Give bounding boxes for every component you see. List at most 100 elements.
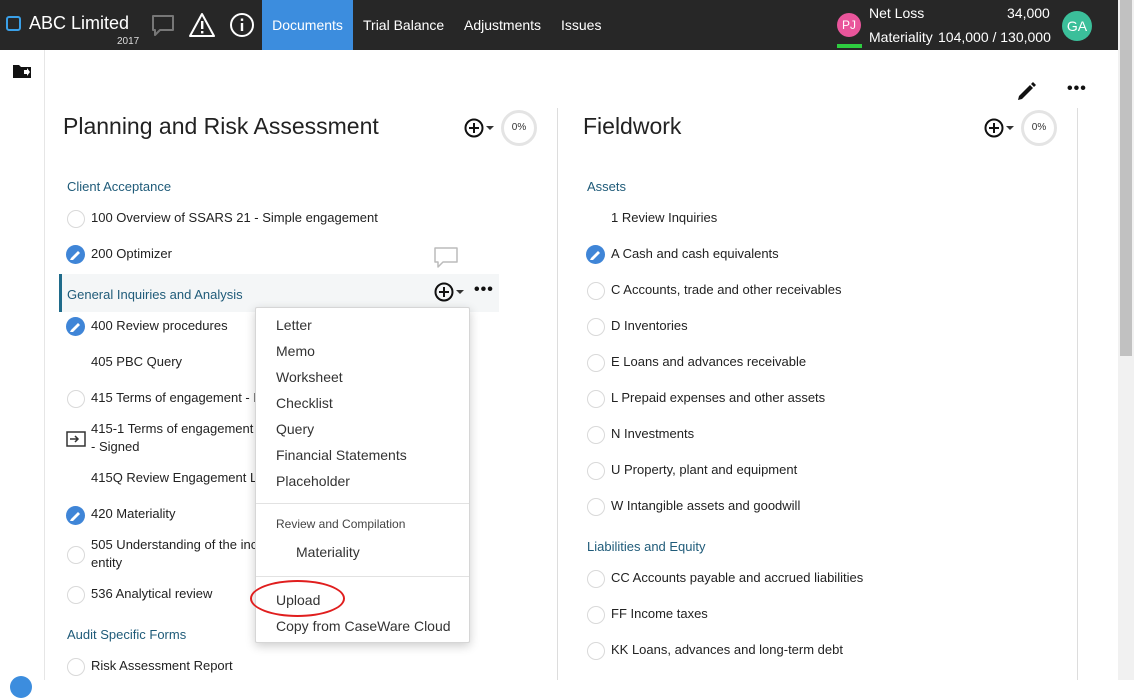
- document-item[interactable]: 505 Understanding of the inc: [91, 536, 257, 554]
- check-pencil-icon[interactable]: [66, 317, 85, 336]
- add-document-button[interactable]: [984, 118, 1014, 138]
- menu-item-materiality[interactable]: Materiality: [296, 544, 360, 560]
- menu-item-checklist[interactable]: Checklist: [276, 395, 333, 411]
- document-item[interactable]: 200 Optimizer: [91, 245, 172, 263]
- section-title-planning: Planning and Risk Assessment: [63, 113, 379, 139]
- materiality-value: 104,000 / 130,000: [938, 29, 1051, 45]
- status-empty-icon[interactable]: [587, 354, 605, 372]
- status-empty-icon[interactable]: [587, 318, 605, 336]
- status-empty-icon[interactable]: [587, 498, 605, 516]
- menu-section-header: Review and Compilation: [276, 517, 406, 531]
- tab-issues[interactable]: Issues: [551, 0, 611, 50]
- document-item[interactable]: A Cash and cash equivalents: [611, 245, 779, 263]
- left-rail: [0, 50, 45, 680]
- status-empty-icon[interactable]: [67, 210, 85, 228]
- document-item[interactable]: 536 Analytical review: [91, 585, 212, 603]
- menu-item-query[interactable]: Query: [276, 421, 314, 437]
- chevron-down-icon: [1006, 126, 1014, 130]
- menu-item-memo[interactable]: Memo: [276, 343, 315, 359]
- progress-indicator: 0%: [501, 110, 537, 146]
- net-loss-label: Net Loss: [869, 5, 925, 21]
- document-item[interactable]: 415Q Review Engagement Le: [91, 469, 264, 487]
- comment-icon[interactable]: [150, 12, 176, 38]
- comment-icon[interactable]: [433, 246, 459, 270]
- menu-divider: [256, 576, 469, 577]
- signed-icon: [66, 431, 86, 447]
- status-empty-icon[interactable]: [67, 546, 85, 564]
- add-icon: [984, 118, 1004, 138]
- group-add-button[interactable]: [434, 282, 464, 302]
- more-icon[interactable]: •••: [1067, 80, 1087, 98]
- document-item[interactable]: 420 Materiality: [91, 505, 176, 523]
- document-item[interactable]: 415-1 Terms of engagement: [91, 420, 253, 438]
- document-item[interactable]: 405 PBC Query: [91, 353, 182, 371]
- top-bar: ABC Limited 2017 Documents Trial Balance…: [0, 0, 1118, 50]
- document-item[interactable]: 415 Terms of engagement - E: [91, 389, 262, 407]
- document-item-continued[interactable]: entity: [91, 554, 122, 572]
- warning-icon[interactable]: [189, 12, 215, 38]
- column-divider: [1077, 108, 1078, 680]
- document-item[interactable]: D Inventories: [611, 317, 688, 335]
- collaborator-avatar[interactable]: GA: [1062, 11, 1092, 41]
- group-assets[interactable]: Assets: [587, 179, 626, 194]
- document-item[interactable]: E Loans and advances receivable: [611, 353, 806, 371]
- check-pencil-icon[interactable]: [66, 245, 85, 264]
- add-document-button[interactable]: [464, 118, 494, 138]
- status-empty-icon[interactable]: [587, 570, 605, 588]
- status-empty-icon[interactable]: [587, 462, 605, 480]
- document-item-continued[interactable]: - Signed: [91, 438, 139, 456]
- group-liabilities-equity[interactable]: Liabilities and Equity: [587, 539, 706, 554]
- document-item[interactable]: C Accounts, trade and other receivables: [611, 281, 842, 299]
- brand[interactable]: ABC Limited: [6, 13, 129, 34]
- document-item[interactable]: CC Accounts payable and accrued liabilit…: [611, 569, 863, 587]
- net-loss-value: 34,000: [1007, 5, 1050, 21]
- menu-item-letter[interactable]: Letter: [276, 317, 312, 333]
- edit-icon[interactable]: [1016, 80, 1038, 102]
- group-audit-specific-forms[interactable]: Audit Specific Forms: [67, 627, 186, 642]
- materiality-label: Materiality: [869, 29, 933, 45]
- menu-item-copy-from-cloud[interactable]: Copy from CaseWare Cloud: [276, 618, 451, 634]
- status-empty-icon[interactable]: [587, 282, 605, 300]
- group-general-inquiries[interactable]: General Inquiries and Analysis: [67, 287, 243, 302]
- document-item[interactable]: 400 Review procedures: [91, 317, 228, 335]
- check-pencil-icon[interactable]: [586, 245, 605, 264]
- folder-icon[interactable]: [12, 62, 32, 80]
- status-empty-icon[interactable]: [587, 426, 605, 444]
- menu-item-worksheet[interactable]: Worksheet: [276, 369, 343, 385]
- menu-item-financial-statements[interactable]: Financial Statements: [276, 447, 407, 463]
- document-item[interactable]: KK Loans, advances and long-term debt: [611, 641, 843, 659]
- scrollbar-thumb[interactable]: [1120, 0, 1132, 356]
- document-item[interactable]: L Prepaid expenses and other assets: [611, 389, 825, 407]
- status-empty-icon[interactable]: [587, 390, 605, 408]
- status-empty-icon[interactable]: [67, 586, 85, 604]
- document-item[interactable]: Risk Assessment Report: [91, 657, 233, 675]
- help-button[interactable]: [10, 676, 32, 698]
- tab-documents[interactable]: Documents: [262, 0, 353, 50]
- add-icon: [464, 118, 484, 138]
- status-empty-icon[interactable]: [67, 658, 85, 676]
- status-empty-icon[interactable]: [587, 606, 605, 624]
- chevron-down-icon: [456, 290, 464, 294]
- tab-adjustments[interactable]: Adjustments: [454, 0, 551, 50]
- document-item[interactable]: FF Income taxes: [611, 605, 708, 623]
- status-empty-icon[interactable]: [67, 390, 85, 408]
- tab-trial-balance[interactable]: Trial Balance: [353, 0, 454, 50]
- group-client-acceptance[interactable]: Client Acceptance: [67, 179, 171, 194]
- engagement-year: 2017: [117, 36, 140, 47]
- document-item[interactable]: 100 Overview of SSARS 21 - Simple engage…: [91, 209, 378, 227]
- document-item[interactable]: U Property, plant and equipment: [611, 461, 797, 479]
- menu-item-placeholder[interactable]: Placeholder: [276, 473, 350, 489]
- document-item[interactable]: 1 Review Inquiries: [611, 209, 717, 227]
- check-pencil-icon[interactable]: [66, 506, 85, 525]
- info-icon[interactable]: [229, 12, 255, 38]
- upload-highlight-annotation: [250, 580, 345, 617]
- status-empty-icon[interactable]: [587, 642, 605, 660]
- document-item[interactable]: W Intangible assets and goodwill: [611, 497, 800, 515]
- progress-indicator: 0%: [1021, 110, 1057, 146]
- section-title-fieldwork: Fieldwork: [583, 113, 682, 139]
- more-icon[interactable]: •••: [474, 281, 494, 299]
- current-user-avatar[interactable]: PJ: [837, 13, 861, 37]
- user-status-bar: [837, 44, 862, 48]
- chevron-down-icon: [486, 126, 494, 130]
- document-item[interactable]: N Investments: [611, 425, 694, 443]
